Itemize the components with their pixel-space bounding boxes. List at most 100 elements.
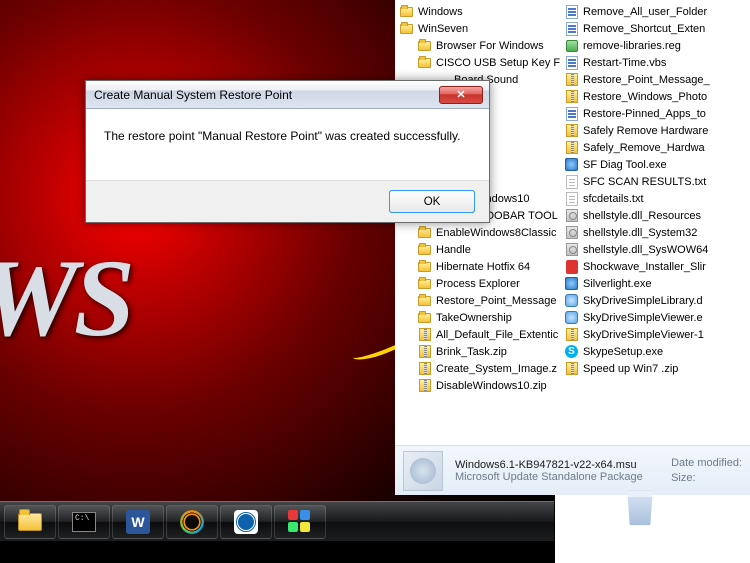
taskbar-ms-word[interactable]: W bbox=[112, 505, 164, 539]
close-icon: ✕ bbox=[456, 88, 465, 101]
file-name: All_Default_File_Extentic bbox=[436, 329, 558, 341]
file-row[interactable]: All_Default_File_Extentic bbox=[395, 326, 560, 343]
file-name: remove-libraries.reg bbox=[583, 40, 681, 52]
file-row[interactable]: Remove_Shortcut_Exten bbox=[560, 20, 750, 37]
file-row[interactable]: SkyDriveSimpleViewer.e bbox=[560, 309, 750, 326]
folder-icon bbox=[417, 310, 432, 325]
file-name: Restore-Pinned_Apps_to bbox=[583, 108, 706, 120]
file-name: TakeOwnership bbox=[436, 312, 512, 324]
vbs-icon bbox=[564, 4, 579, 19]
file-row[interactable]: sfcdetails.txt bbox=[560, 190, 750, 207]
file-row[interactable]: Windows bbox=[395, 3, 560, 20]
file-row[interactable]: TakeOwnership bbox=[395, 309, 560, 326]
file-row[interactable]: Speed up Win7 .zip bbox=[560, 360, 750, 377]
file-name: SFC SCAN RESULTS.txt bbox=[583, 176, 706, 188]
blocks-icon bbox=[288, 510, 312, 534]
vbs-icon bbox=[564, 55, 579, 70]
message-box-dialog: Create Manual System Restore Point ✕ The… bbox=[85, 80, 490, 223]
swf-icon bbox=[564, 259, 579, 274]
dll-icon bbox=[564, 242, 579, 257]
zip-icon bbox=[564, 89, 579, 104]
close-button[interactable]: ✕ bbox=[439, 86, 483, 104]
file-name: Remove_All_user_Folder bbox=[583, 6, 707, 18]
file-name: Silverlight.exe bbox=[583, 278, 651, 290]
folder-icon bbox=[417, 276, 432, 291]
trash-can-desktop-icon[interactable]: Trash Can bbox=[610, 490, 670, 540]
zip-icon bbox=[417, 344, 432, 359]
file-row[interactable]: SSkypeSetup.exe bbox=[560, 343, 750, 360]
file-row[interactable]: WinSeven bbox=[395, 20, 560, 37]
folder-icon bbox=[417, 225, 432, 240]
file-row[interactable]: Restore-Pinned_Apps_to bbox=[560, 105, 750, 122]
file-row[interactable]: Brink_Task.zip bbox=[395, 343, 560, 360]
zip-icon bbox=[564, 123, 579, 138]
trash-label: Trash Can bbox=[610, 528, 670, 540]
media-player-icon bbox=[180, 510, 204, 534]
folder-icon bbox=[18, 513, 42, 531]
folder-icon bbox=[417, 242, 432, 257]
file-row[interactable]: CISCO USB Setup Key Files bbox=[395, 54, 560, 71]
ok-button[interactable]: OK bbox=[389, 190, 475, 213]
file-row[interactable]: Browser For Windows bbox=[395, 37, 560, 54]
file-row[interactable]: Restore_Windows_Photo bbox=[560, 88, 750, 105]
zip-icon bbox=[417, 378, 432, 393]
file-row[interactable]: shellstyle.dll_SysWOW64 bbox=[560, 241, 750, 258]
file-row[interactable]: shellstyle.dll_System32 bbox=[560, 224, 750, 241]
taskbar-teamviewer[interactable] bbox=[220, 505, 272, 539]
file-row[interactable]: Silverlight.exe bbox=[560, 275, 750, 292]
file-row[interactable]: Handle bbox=[395, 241, 560, 258]
file-row[interactable]: SFC SCAN RESULTS.txt bbox=[560, 173, 750, 190]
dialog-title: Create Manual System Restore Point bbox=[94, 88, 292, 102]
folder-icon bbox=[399, 21, 414, 36]
file-name: Safely Remove Hardware bbox=[583, 125, 708, 137]
sky-icon bbox=[564, 310, 579, 325]
file-row[interactable]: remove-libraries.reg bbox=[560, 37, 750, 54]
file-row[interactable]: shellstyle.dll_Resources bbox=[560, 207, 750, 224]
file-name: shellstyle.dll_SysWOW64 bbox=[583, 244, 708, 256]
dialog-titlebar[interactable]: Create Manual System Restore Point ✕ bbox=[86, 81, 489, 109]
file-row[interactable]: Restore_Point_Message bbox=[395, 292, 560, 309]
folder-icon bbox=[399, 4, 414, 19]
file-row[interactable]: EnableWindows8Classic bbox=[395, 224, 560, 241]
details-filetype: Microsoft Update Standalone Package bbox=[455, 471, 643, 483]
file-row[interactable]: DisableWindows10.zip bbox=[395, 377, 560, 394]
file-name: Restore_Point_Message bbox=[436, 295, 556, 307]
file-row[interactable]: Process Explorer bbox=[395, 275, 560, 292]
taskbar[interactable]: C:\ W bbox=[0, 501, 554, 541]
file-name: Restore_Point_Message_ bbox=[583, 74, 710, 86]
file-name: Shockwave_Installer_Slir bbox=[583, 261, 706, 273]
file-explorer-window[interactable]: WindowsWinSevenBrowser For WindowsCISCO … bbox=[395, 0, 750, 495]
folder-icon bbox=[417, 38, 432, 53]
file-list-column[interactable]: Remove_All_user_Folder Remove_Shortcut_Ex… bbox=[560, 0, 750, 443]
file-name: Restore_Windows_Photo bbox=[583, 91, 707, 103]
file-row[interactable]: Create_System_Image.z bbox=[395, 360, 560, 377]
file-row[interactable]: Hibernate Hotfix 64 bbox=[395, 258, 560, 275]
file-name: Hibernate Hotfix 64 bbox=[436, 261, 530, 273]
file-name: DisableWindows10.zip bbox=[436, 380, 547, 392]
file-row[interactable]: Restore_Point_Message_ bbox=[560, 71, 750, 88]
txt-icon bbox=[564, 174, 579, 189]
file-name: Speed up Win7 .zip bbox=[583, 363, 678, 375]
file-row[interactable]: Shockwave_Installer_Slir bbox=[560, 258, 750, 275]
vbs-icon bbox=[564, 21, 579, 36]
reg-icon bbox=[564, 38, 579, 53]
details-date-modified-label: Date modified: bbox=[671, 456, 742, 471]
file-name: Handle bbox=[436, 244, 471, 256]
file-row[interactable]: Safely Remove Hardware bbox=[560, 122, 750, 139]
zip-icon bbox=[417, 327, 432, 342]
zip-icon bbox=[564, 327, 579, 342]
file-row[interactable]: SkyDriveSimpleLibrary.d bbox=[560, 292, 750, 309]
file-row[interactable]: Safely_Remove_Hardwa bbox=[560, 139, 750, 156]
taskbar-command-prompt[interactable]: C:\ bbox=[58, 505, 110, 539]
details-size-label: Size: bbox=[671, 471, 742, 486]
taskbar-color-blocks[interactable] bbox=[274, 505, 326, 539]
taskbar-file-explorer[interactable] bbox=[4, 505, 56, 539]
file-row[interactable]: Restart-Time.vbs bbox=[560, 54, 750, 71]
vbs-icon bbox=[564, 106, 579, 121]
file-name: SF Diag Tool.exe bbox=[583, 159, 667, 171]
file-row[interactable]: SkyDriveSimpleViewer-1 bbox=[560, 326, 750, 343]
taskbar-media-player[interactable] bbox=[166, 505, 218, 539]
file-name: Brink_Task.zip bbox=[436, 346, 507, 358]
file-row[interactable]: Remove_All_user_Folder bbox=[560, 3, 750, 20]
file-row[interactable]: SF Diag Tool.exe bbox=[560, 156, 750, 173]
